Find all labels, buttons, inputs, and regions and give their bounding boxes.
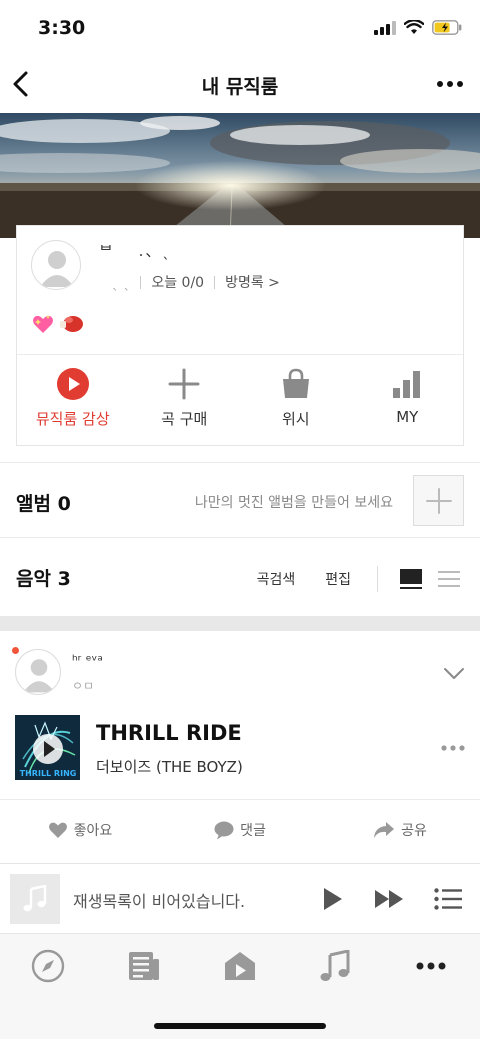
tab-bar [0, 933, 480, 1039]
track-title[interactable]: THRILL RIDE [96, 721, 242, 745]
profile-meta: ㅤˎ ˎ 오늘 0/0 방명록 > [99, 272, 280, 292]
profile-actions: 뮤직룸 감상 곡 구매 위시 MY [17, 366, 463, 436]
playlist-empty-text: 재생목록이 비어있습니다. [73, 892, 246, 911]
my-button[interactable]: MY [352, 366, 464, 436]
bar-chart-icon [393, 371, 421, 398]
play-button[interactable] [322, 886, 344, 912]
guestbook-link[interactable]: 방명록 > [225, 272, 280, 292]
meta-divider [214, 275, 216, 289]
list-view-icon[interactable] [438, 570, 460, 588]
comment-label: 댓글 [240, 823, 266, 839]
status-bar: 3:30 [0, 0, 480, 58]
tab-discover[interactable] [28, 948, 68, 984]
buy-song-button[interactable]: 곡 구매 [129, 366, 241, 436]
feed-user-sub: ㅇㅁ [72, 679, 95, 693]
status-time: 3:30 [38, 17, 86, 39]
wifi-icon [404, 20, 424, 34]
music-note-icon [320, 950, 350, 981]
fast-forward-icon [375, 890, 403, 908]
feed-actions: 좋아요 댓글 공유 [0, 815, 480, 845]
sparkling-heart-icon [33, 315, 53, 333]
avatar[interactable] [31, 240, 81, 290]
album-title: 앨범 0 [16, 493, 71, 515]
playlist-button[interactable] [434, 886, 462, 912]
buy-song-label: 곡 구매 [161, 410, 208, 428]
page-title: 내 뮤직룸 [201, 76, 279, 98]
comment-button[interactable]: 댓글 [160, 815, 320, 845]
profile-card: ᄇ .、ˎ ㅤˎ ˎ 오늘 0/0 방명록 > 뮤직룸 감상 곡 구매 위시 M… [16, 225, 464, 446]
playlist-icon [434, 888, 462, 910]
album-art[interactable]: THRILL RING [15, 715, 80, 780]
wish-label: 위시 [281, 410, 310, 428]
feed-avatar[interactable] [15, 649, 61, 695]
album-section: 앨범 0 나만의 멋진 앨범을 만들어 보세요 [0, 462, 480, 538]
play-circle-icon [56, 368, 89, 400]
my-label: MY [396, 408, 419, 426]
card-divider [17, 354, 463, 355]
tab-music[interactable] [315, 948, 355, 984]
share-icon [374, 822, 395, 838]
feed-user-name: ʰʳ ᵉᵛᵃ [72, 653, 103, 669]
more-horizontal-icon[interactable] [436, 76, 464, 92]
share-button[interactable]: 공유 [320, 815, 480, 845]
plus-icon [168, 368, 200, 400]
compass-icon [31, 949, 65, 983]
shopping-bag-icon [282, 368, 309, 398]
player-thumbnail[interactable] [10, 874, 60, 924]
add-album-button[interactable] [413, 475, 464, 526]
share-label: 공유 [401, 823, 427, 839]
new-indicator [12, 647, 19, 654]
feed-item: ʰʳ ᵉᵛᵃ ㅇㅁ THRILL RING THRILL RIDE 더보이즈 (… [0, 631, 480, 863]
heart-icon [48, 822, 67, 838]
music-room-icon [225, 952, 255, 980]
like-button[interactable]: 좋아요 [0, 815, 160, 845]
song-search-button[interactable]: 곡검색 [257, 569, 296, 589]
album-art-text: THRILL RING [20, 769, 77, 778]
more-horizontal-icon[interactable] [440, 743, 466, 753]
tool-divider [377, 566, 378, 592]
listen-room-label: 뮤직룸 감상 [35, 410, 110, 428]
feed-divider [0, 799, 480, 800]
battery-icon [432, 20, 462, 35]
wish-button[interactable]: 위시 [240, 366, 352, 436]
tab-news[interactable] [124, 948, 164, 984]
edit-button[interactable]: 편집 [325, 569, 351, 589]
news-icon [129, 952, 159, 980]
music-note-icon [23, 885, 47, 912]
mini-player: 재생목록이 비어있습니다. [0, 863, 480, 933]
user-placeholder-icon [40, 251, 74, 287]
profile-level: ㅤˎ ˎ [99, 275, 131, 291]
tab-music-room[interactable] [220, 948, 260, 984]
user-placeholder-icon [23, 659, 55, 693]
track-artist[interactable]: 더보이즈 (THE BOYZ) [96, 756, 243, 777]
music-tools: 곡검색 편집 [257, 566, 460, 592]
boxing-glove-icon [60, 316, 83, 332]
card-view-icon[interactable] [400, 569, 422, 589]
listen-room-button[interactable]: 뮤직룸 감상 [17, 366, 129, 436]
comment-icon [214, 821, 234, 839]
more-icon [416, 962, 446, 970]
like-label: 좋아요 [73, 823, 113, 839]
section-separator [0, 616, 480, 631]
home-indicator [154, 1023, 326, 1029]
play-icon [324, 888, 342, 910]
cellular-signal-icon [374, 20, 396, 35]
cover-image [0, 113, 480, 238]
plus-icon [425, 487, 452, 514]
today-count: 오늘 0/0 [151, 275, 205, 291]
music-section: 음악 3 곡검색 편집 [0, 538, 480, 616]
album-hint: 나만의 멋진 앨범을 만들어 보세요 [194, 495, 393, 511]
next-button[interactable] [373, 886, 405, 912]
chevron-down-icon[interactable] [442, 661, 466, 685]
tab-more[interactable] [411, 948, 451, 984]
meta-divider [140, 275, 142, 289]
badges [31, 312, 85, 336]
status-icons [374, 20, 462, 35]
music-title: 음악 3 [16, 568, 71, 590]
profile-name: ᄇ .、ˎ [99, 242, 172, 260]
nav-bar: 내 뮤직룸 [0, 58, 480, 113]
